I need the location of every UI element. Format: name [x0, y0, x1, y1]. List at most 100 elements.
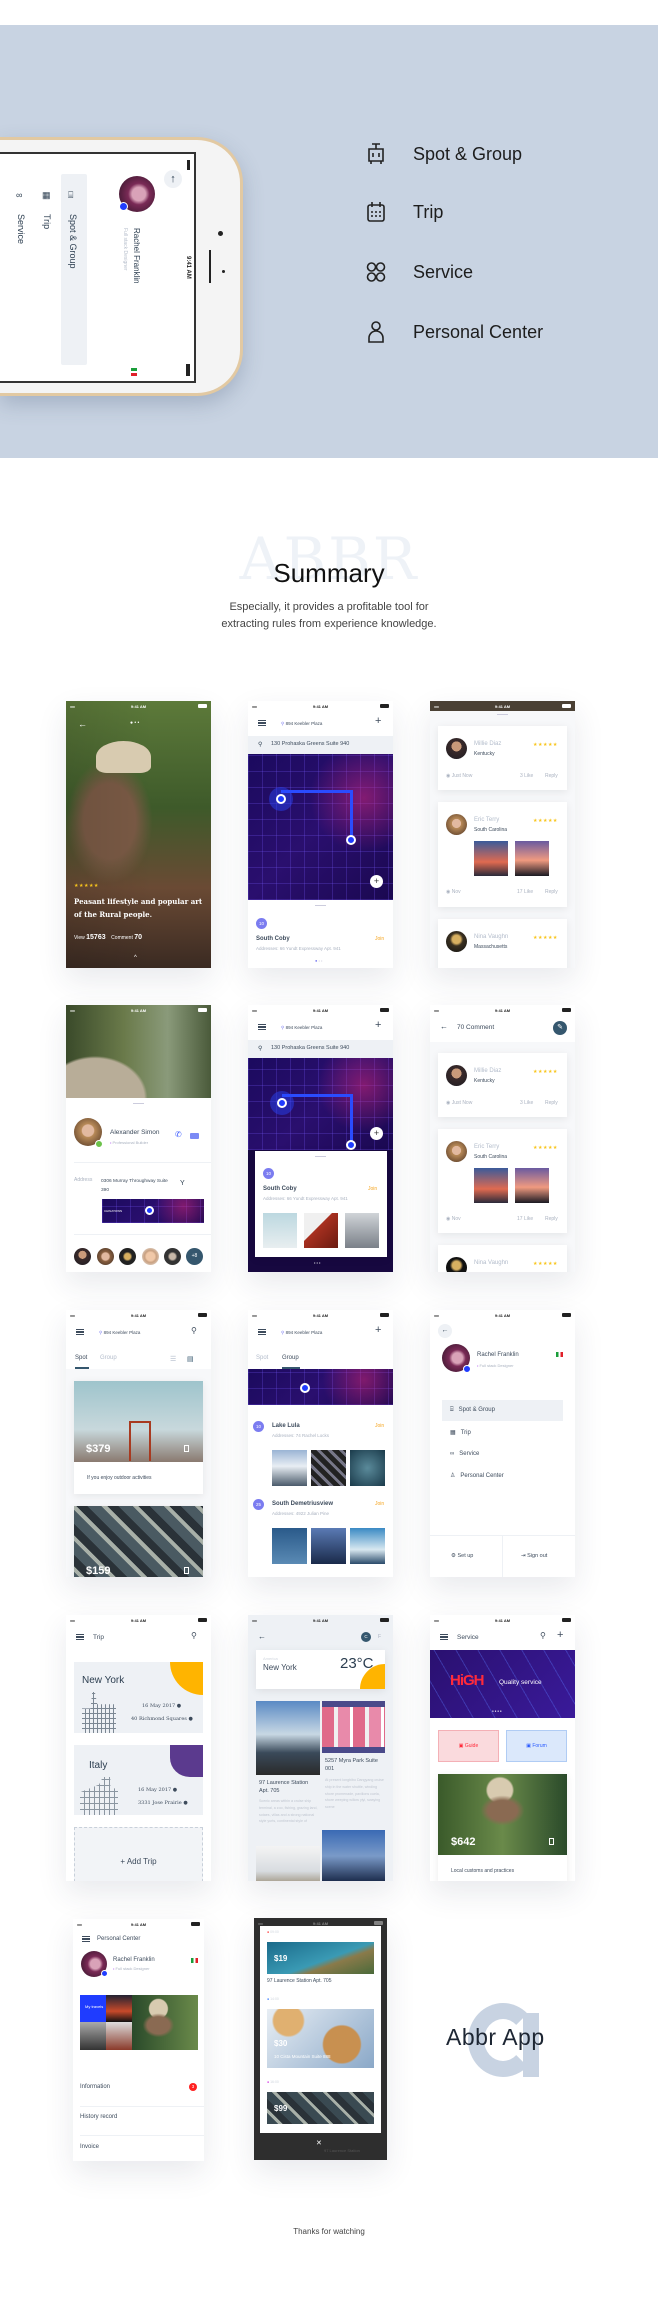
- search-icon[interactable]: ⚲: [191, 1326, 197, 1335]
- page-dots[interactable]: ● • •: [315, 958, 322, 963]
- menu-item-history[interactable]: History record: [80, 2114, 117, 2120]
- travel-collage[interactable]: My travels: [80, 1995, 198, 2050]
- back-arrow-icon[interactable]: ←: [258, 1632, 266, 1641]
- setup-button[interactable]: ⚙ Set up: [451, 1553, 473, 1559]
- post-photo[interactable]: [322, 1701, 385, 1753]
- location-selector[interactable]: ⚲ 894 Keebler Plaza: [281, 1025, 322, 1031]
- group-photo[interactable]: [272, 1528, 307, 1564]
- like-button[interactable]: 3 Like: [520, 773, 533, 779]
- member-avatar[interactable]: [74, 1248, 91, 1265]
- reply-button[interactable]: Reply: [545, 773, 558, 779]
- end-marker[interactable]: [346, 1140, 356, 1150]
- group-photo[interactable]: [350, 1450, 385, 1486]
- menu-item-trip[interactable]: Trip: [42, 214, 52, 229]
- celsius-toggle[interactable]: C: [361, 1632, 371, 1642]
- bookmark-icon[interactable]: [549, 1838, 554, 1845]
- spot-photo[interactable]: [263, 1213, 297, 1248]
- menu-item-spot-group[interactable]: ⌸ Spot & Group: [450, 1407, 495, 1414]
- menu-item-information[interactable]: Information: [80, 2084, 110, 2090]
- group-photo[interactable]: [272, 1450, 307, 1486]
- add-icon[interactable]: +: [557, 1629, 563, 1641]
- join-button[interactable]: Join: [368, 1186, 377, 1192]
- fahrenheit-toggle[interactable]: F: [378, 1634, 381, 1640]
- like-button[interactable]: 17 Like: [517, 1216, 533, 1222]
- search-icon[interactable]: ⚲: [191, 1631, 197, 1640]
- back-button[interactable]: ←: [438, 1324, 452, 1338]
- group-photo[interactable]: [350, 1528, 385, 1564]
- page-dots[interactable]: ● • •: [130, 720, 139, 726]
- phone-icon[interactable]: ✆: [175, 1130, 182, 1139]
- back-arrow-icon[interactable]: ←: [440, 1022, 448, 1031]
- edit-button[interactable]: ✎: [553, 1021, 567, 1035]
- signout-button[interactable]: ⇥ Sign out: [521, 1553, 547, 1559]
- timeline-photo[interactable]: $30 10 Cista Mountain Suite 888: [267, 2009, 374, 2068]
- member-avatar[interactable]: [97, 1248, 114, 1265]
- member-avatar[interactable]: [119, 1248, 136, 1265]
- tab-spot[interactable]: Spot: [75, 1355, 87, 1361]
- spot-card[interactable]: $379 If you enjoy outdoor activities: [74, 1381, 203, 1494]
- tab-group[interactable]: Group: [282, 1355, 299, 1361]
- menu-icon[interactable]: [76, 1634, 84, 1640]
- map-view[interactable]: +: [248, 1058, 393, 1150]
- drag-handle[interactable]: [315, 905, 326, 906]
- zoom-in-button[interactable]: +: [370, 875, 383, 888]
- start-marker[interactable]: [277, 1098, 287, 1108]
- search-icon[interactable]: ⚲: [540, 1631, 546, 1640]
- guide-button[interactable]: ▣ Guide: [438, 1730, 499, 1762]
- comment-photo[interactable]: [474, 841, 508, 876]
- drag-handle[interactable]: [497, 714, 508, 715]
- comment-photo[interactable]: [474, 1168, 508, 1203]
- add-icon[interactable]: +: [375, 1019, 381, 1031]
- directions-icon[interactable]: Y: [180, 1180, 185, 1187]
- close-icon[interactable]: ✕: [316, 2139, 322, 2147]
- menu-icon[interactable]: [258, 720, 266, 726]
- chevron-up-icon[interactable]: ^: [134, 955, 137, 961]
- location-selector[interactable]: ⚲ 894 Keebler Plaza: [281, 1330, 322, 1336]
- post-photo[interactable]: [322, 1830, 385, 1881]
- group-photo[interactable]: [311, 1450, 346, 1486]
- post-title[interactable]: 97 Laurence Station Apt. 705: [259, 1779, 319, 1795]
- card-view-icon[interactable]: ▤: [187, 1355, 194, 1363]
- bookmark-icon[interactable]: [184, 1567, 189, 1574]
- map-view[interactable]: +: [248, 754, 393, 900]
- reply-button[interactable]: Reply: [545, 1100, 558, 1106]
- add-icon[interactable]: +: [375, 715, 381, 727]
- location-selector[interactable]: ⚲ 894 Keebler Plaza: [281, 721, 322, 727]
- reply-button[interactable]: Reply: [545, 889, 558, 895]
- trip-card[interactable]: New York 16 May 2017 ● 40 Richmond Squar…: [74, 1662, 203, 1733]
- bookmark-icon[interactable]: [184, 1445, 189, 1452]
- list-view-icon[interactable]: ☰: [170, 1355, 176, 1363]
- comment-photo[interactable]: [515, 841, 549, 876]
- tab-group[interactable]: Group: [100, 1355, 117, 1361]
- join-button[interactable]: Join: [375, 936, 384, 942]
- forum-button[interactable]: ▣ Forum: [506, 1730, 567, 1762]
- zoom-in-button[interactable]: +: [370, 1127, 383, 1140]
- add-icon[interactable]: +: [375, 1324, 381, 1336]
- start-marker[interactable]: [276, 794, 286, 804]
- my-travels-tile[interactable]: My travels: [80, 1995, 106, 2022]
- menu-icon[interactable]: [82, 1936, 90, 1942]
- post-photo[interactable]: [256, 1846, 320, 1881]
- like-button[interactable]: 3 Like: [520, 1100, 533, 1106]
- join-button[interactable]: Join: [375, 1423, 384, 1429]
- reply-button[interactable]: Reply: [545, 1216, 558, 1222]
- member-avatar[interactable]: [142, 1248, 159, 1265]
- mail-icon[interactable]: [190, 1133, 199, 1139]
- post-photo[interactable]: [256, 1701, 320, 1775]
- menu-item-service[interactable]: Service: [16, 214, 26, 244]
- tab-spot[interactable]: Spot: [256, 1355, 268, 1361]
- carousel-dots[interactable]: ● ● ● ●: [492, 1709, 502, 1713]
- spot-photo[interactable]: [304, 1213, 338, 1248]
- member-avatar[interactable]: [164, 1248, 181, 1265]
- join-button[interactable]: Join: [375, 1501, 384, 1507]
- service-card[interactable]: $642 Local customs and practices: [438, 1774, 567, 1881]
- back-arrow-icon[interactable]: ←: [78, 719, 87, 729]
- map-strip[interactable]: [248, 1369, 393, 1405]
- timeline-photo[interactable]: $19: [267, 1942, 374, 1974]
- menu-item-spot-group-active[interactable]: [61, 174, 87, 365]
- page-dots[interactable]: • • •: [314, 1260, 320, 1265]
- address-bar[interactable]: ⚲ 130 Prohaska Greens Suite 940: [248, 1040, 393, 1058]
- back-arrow-button[interactable]: ↑: [164, 170, 182, 188]
- menu-icon[interactable]: [440, 1634, 448, 1640]
- drag-handle[interactable]: [133, 1103, 144, 1104]
